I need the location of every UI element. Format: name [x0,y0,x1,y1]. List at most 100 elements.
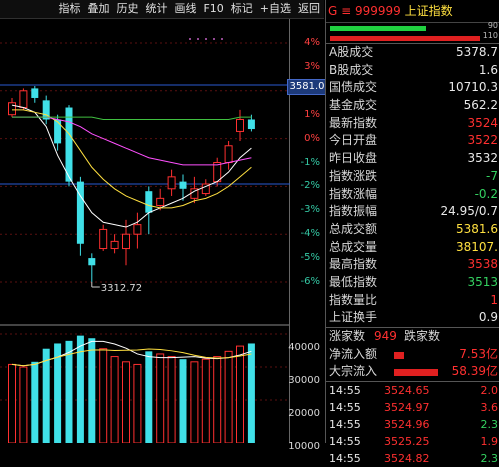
stat-label: 最新指数 [329,115,378,130]
stat-label: 最低指数 [329,274,378,289]
tick-volume: 2.3 [480,418,499,432]
net-inflow-row: 净流入额 7.53亿 [326,346,499,364]
stat-list: A股成交 5378.7 B股成交 1.6 国债成交 10710.3 基金成交 562.2 最新指… [326,43,499,327]
volume-tick-label: 30000 [288,375,320,386]
low-marker-label: 3312.72 [101,283,142,294]
tick-price: 3524.82 [384,452,430,466]
stat-value: 1 [490,292,498,307]
stat-value: 1.6 [478,62,498,77]
toolbar-btn-0[interactable]: 指标 [55,0,83,18]
toolbar-btn-1[interactable]: 叠加 [84,0,112,18]
stat-label: B股成交 [329,62,374,77]
stat-value: 10710.3 [448,80,498,95]
volume-bar [145,351,153,443]
candle-body [167,176,176,190]
green-bar-number: 90 [487,21,498,30]
stat-value: -0.2 [474,186,498,201]
tick-row: 14:55 3525.25 1.9 [326,433,499,450]
stat-label: 上证换手 [329,310,378,325]
toolbar-btn-3[interactable]: 统计 [142,0,170,18]
stat-value: 5378.7 [456,45,498,59]
volume-bar [213,356,222,443]
candle-body [145,191,153,213]
volume-bar [99,348,108,443]
volume-bar [65,340,73,443]
volume-tick-label: 20000 [288,408,320,419]
ma-line [12,116,252,166]
toolbar-btn-7[interactable]: +自选 [257,0,294,18]
stat-value: 3513 [467,274,498,289]
volume-bar [156,353,165,443]
marker-dot [205,38,207,40]
pct-tick-label: -3% [300,204,320,216]
pct-tick-label: 0% [304,132,320,144]
stat-value: 5381.6 [456,221,498,236]
volume-bar [42,348,50,443]
tick-volume: 2.3 [480,452,499,466]
stat-label: 国债成交 [329,80,378,95]
tick-volume: 1.9 [480,435,499,449]
volume-bar [31,361,39,443]
net-inflow-bar [394,351,404,359]
tick-row: 14:55 3524.96 2.3 [326,416,499,433]
stat-value: -7 [486,168,498,183]
ma-line [12,109,252,209]
candle-body [99,228,108,250]
pct-tick-label: 3% [304,60,320,72]
tick-time: 14:55 [329,384,361,398]
volume-bar [167,356,176,443]
volume-bar [110,356,119,443]
pct-tick-label: 4% [304,37,320,48]
volume-bar [8,363,16,443]
stat-value: 562.2 [463,98,498,113]
stat-value: 3522 [467,133,498,148]
volume-bar [88,338,96,443]
candle-body [247,119,255,130]
panel-title: G ≡ 999999 上证指数 [326,0,499,23]
stat-value: 3532 [467,151,498,166]
stat-row: 总成交量 38107. [326,239,499,257]
candle-body [122,233,130,250]
toolbar-btn-4[interactable]: 画线 [171,0,199,18]
stat-row: 指数量比 1 [326,292,499,310]
stat-row: 总成交额 5381.6 [326,221,499,239]
tick-time: 14:55 [329,452,361,466]
stat-value: 24.95/0.7 [440,204,498,219]
volume-bar [122,361,130,443]
tick-time: 14:55 [329,418,361,432]
stat-label: 指数振幅 [329,204,378,219]
volume-bar [201,358,210,443]
candle-body [54,119,62,144]
tick-time: 14:55 [329,401,361,415]
pct-tick-label: -1% [300,156,320,168]
kline-chart[interactable]: 3312.72 [0,19,290,443]
pct-tick-label: -4% [300,228,320,240]
volume-bar [133,363,142,443]
toolbar-btn-2[interactable]: 历史 [113,0,141,18]
stat-row: 最新指数 3524 [326,115,499,133]
stat-label: A股成交 [329,45,374,59]
volume-tick-label: 40000 [288,342,320,353]
stat-row: 今日开盘 3522 [326,132,499,150]
candle-body [156,197,165,207]
stat-row: 指数振幅 24.95/0.7 [326,203,499,221]
stat-label: 昨日收盘 [329,151,378,166]
tick-price: 3524.65 [384,384,430,398]
stat-value: 0.9 [478,310,498,325]
stat-label: 总成交量 [329,239,378,254]
index-info-panel: G ≡ 999999 上证指数 90 110 A股成交 5378.7 B股成交 1.6… [325,0,499,465]
adv-dec-row: 涨家数 949 跌家数 [326,327,499,346]
toolbar-btn-5[interactable]: F10 [200,0,226,18]
candle-body [179,181,187,189]
tick-price: 3524.97 [384,401,430,415]
security-code: G ≡ 999999 [328,4,401,18]
toolbar-btn-6[interactable]: 标记 [228,0,256,18]
candle-body [8,102,16,116]
tick-volume: 3.6 [480,401,499,415]
marker-dot [221,38,223,40]
tick-volume: 2.0 [480,384,499,398]
stat-label: 最高指数 [329,257,378,272]
stat-row: 上证换手 0.9 [326,309,499,327]
volume-bar [224,350,233,443]
pct-tick-label: -2% [300,180,320,192]
